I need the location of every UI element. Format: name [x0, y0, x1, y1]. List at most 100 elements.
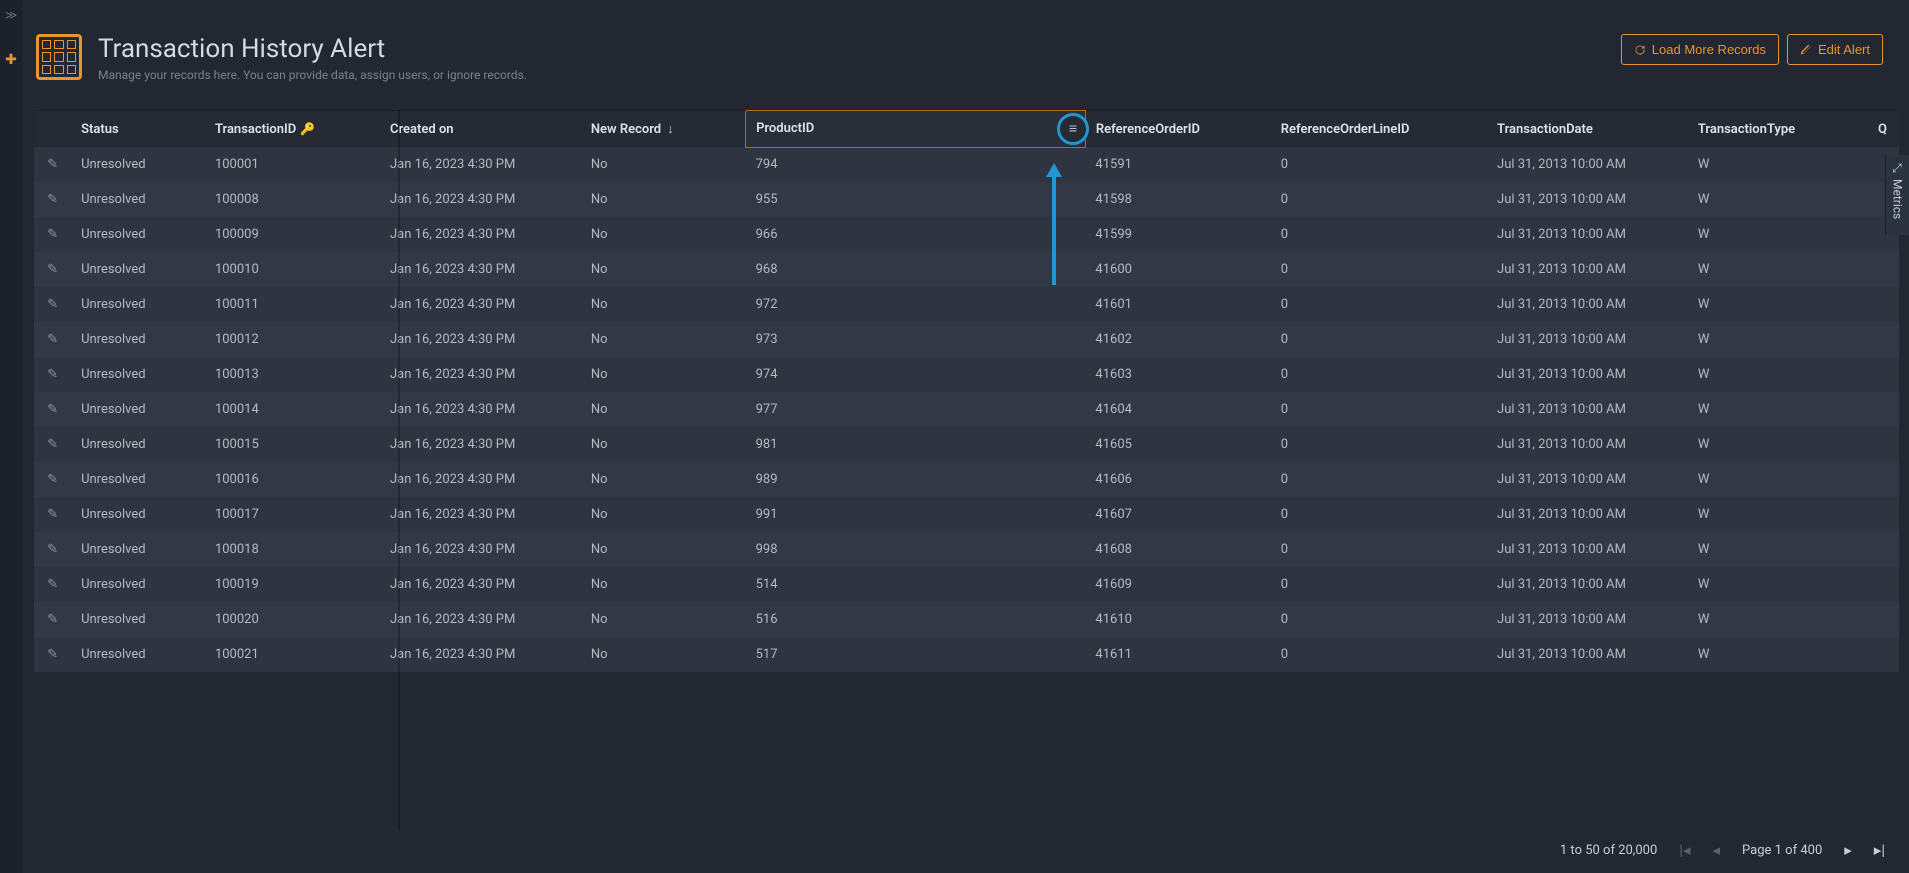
cell-transaction-id: 100009	[205, 217, 380, 252]
edit-row-button[interactable]: ✎	[34, 322, 71, 357]
cell-status: Unresolved	[71, 602, 205, 637]
col-created-on[interactable]: Created on	[380, 111, 581, 148]
edit-row-button[interactable]: ✎	[34, 252, 71, 287]
table-row[interactable]: ✎Unresolved100021Jan 16, 2023 4:30 PMNo5…	[34, 637, 1899, 672]
cell-created-on: Jan 16, 2023 4:30 PM	[380, 427, 581, 462]
edit-alert-label: Edit Alert	[1818, 42, 1870, 57]
table-row[interactable]: ✎Unresolved100016Jan 16, 2023 4:30 PMNo9…	[34, 462, 1899, 497]
cell-status: Unresolved	[71, 322, 205, 357]
edit-row-button[interactable]: ✎	[34, 462, 71, 497]
table-row[interactable]: ✎Unresolved100012Jan 16, 2023 4:30 PMNo9…	[34, 322, 1899, 357]
cell-reference-order-line-id: 0	[1271, 217, 1487, 252]
cell-q	[1868, 427, 1899, 462]
table-row[interactable]: ✎Unresolved100011Jan 16, 2023 4:30 PMNo9…	[34, 287, 1899, 322]
edit-alert-button[interactable]: Edit Alert	[1787, 34, 1883, 65]
table-row[interactable]: ✎Unresolved100020Jan 16, 2023 4:30 PMNo5…	[34, 602, 1899, 637]
col-reference-order-line-id[interactable]: ReferenceOrderLineID	[1271, 111, 1487, 148]
table-row[interactable]: ✎Unresolved100019Jan 16, 2023 4:30 PMNo5…	[34, 567, 1899, 602]
cell-transaction-date: Jul 31, 2013 10:00 AM	[1487, 357, 1688, 392]
cell-status: Unresolved	[71, 427, 205, 462]
cell-transaction-type: W	[1688, 287, 1868, 322]
page-label: Page 1 of 400	[1742, 843, 1822, 858]
cell-transaction-id: 100020	[205, 602, 380, 637]
cell-product-id: 973	[746, 322, 1086, 357]
cell-reference-order-id: 41604	[1085, 392, 1270, 427]
cell-q	[1868, 392, 1899, 427]
edit-row-button[interactable]: ✎	[34, 497, 71, 532]
expand-rail-icon[interactable]: ≫	[5, 8, 18, 22]
cell-product-id: 516	[746, 602, 1086, 637]
edit-row-button[interactable]: ✎	[34, 182, 71, 217]
table-row[interactable]: ✎Unresolved100018Jan 16, 2023 4:30 PMNo9…	[34, 532, 1899, 567]
hamburger-icon: ≡	[1069, 122, 1077, 136]
cell-reference-order-id: 41603	[1085, 357, 1270, 392]
metrics-tab[interactable]: ⤡ Metrics	[1885, 155, 1909, 235]
cell-transaction-date: Jul 31, 2013 10:00 AM	[1487, 287, 1688, 322]
edit-row-button[interactable]: ✎	[34, 427, 71, 462]
cell-reference-order-line-id: 0	[1271, 322, 1487, 357]
table-row[interactable]: ✎Unresolved100013Jan 16, 2023 4:30 PMNo9…	[34, 357, 1899, 392]
edit-row-button[interactable]: ✎	[34, 357, 71, 392]
expand-icon: ⤡	[1891, 163, 1905, 173]
next-page-button[interactable]: ▸	[1844, 841, 1852, 859]
cell-reference-order-id: 41609	[1085, 567, 1270, 602]
cell-transaction-type: W	[1688, 147, 1868, 182]
cell-reference-order-line-id: 0	[1271, 147, 1487, 182]
edit-row-button[interactable]: ✎	[34, 637, 71, 672]
column-menu-button[interactable]: ≡	[1057, 113, 1089, 145]
cell-status: Unresolved	[71, 567, 205, 602]
cell-transaction-id: 100016	[205, 462, 380, 497]
table-row[interactable]: ✎Unresolved100009Jan 16, 2023 4:30 PMNo9…	[34, 217, 1899, 252]
cell-transaction-type: W	[1688, 427, 1868, 462]
cell-reference-order-line-id: 0	[1271, 357, 1487, 392]
prev-page-button[interactable]: ◂	[1713, 841, 1721, 859]
main: Transaction History Alert Manage your re…	[28, 0, 1909, 873]
table-row[interactable]: ✎Unresolved100008Jan 16, 2023 4:30 PMNo9…	[34, 182, 1899, 217]
col-transaction-type[interactable]: TransactionType	[1688, 111, 1868, 148]
first-page-button[interactable]: |◂	[1679, 841, 1690, 859]
col-q[interactable]: Q	[1868, 111, 1899, 148]
table-row[interactable]: ✎Unresolved100015Jan 16, 2023 4:30 PMNo9…	[34, 427, 1899, 462]
cell-q	[1868, 602, 1899, 637]
col-transaction-date[interactable]: TransactionDate	[1487, 111, 1688, 148]
table-row[interactable]: ✎Unresolved100014Jan 16, 2023 4:30 PMNo9…	[34, 392, 1899, 427]
edit-row-button[interactable]: ✎	[34, 392, 71, 427]
edit-row-button[interactable]: ✎	[34, 532, 71, 567]
cell-transaction-type: W	[1688, 217, 1868, 252]
cell-reference-order-line-id: 0	[1271, 637, 1487, 672]
col-reference-order-id[interactable]: ReferenceOrderID	[1085, 111, 1270, 148]
table-row[interactable]: ✎Unresolved100001Jan 16, 2023 4:30 PMNo7…	[34, 147, 1899, 182]
cell-created-on: Jan 16, 2023 4:30 PM	[380, 287, 581, 322]
edit-row-button[interactable]: ✎	[34, 602, 71, 637]
cell-q	[1868, 567, 1899, 602]
cell-reference-order-id: 41605	[1085, 427, 1270, 462]
cell-new-record: No	[581, 392, 746, 427]
cell-status: Unresolved	[71, 357, 205, 392]
table-row[interactable]: ✎Unresolved100010Jan 16, 2023 4:30 PMNo9…	[34, 252, 1899, 287]
cell-transaction-date: Jul 31, 2013 10:00 AM	[1487, 147, 1688, 182]
cell-status: Unresolved	[71, 392, 205, 427]
add-icon[interactable]: ✚	[5, 52, 17, 68]
edit-row-button[interactable]: ✎	[34, 567, 71, 602]
cell-new-record: No	[581, 637, 746, 672]
col-status[interactable]: Status	[71, 111, 205, 148]
cell-product-id: 794	[746, 147, 1086, 182]
pager: 1 to 50 of 20,000 |◂ ◂ Page 1 of 400 ▸ ▸…	[28, 831, 1909, 873]
cell-reference-order-id: 41601	[1085, 287, 1270, 322]
last-page-button[interactable]: ▸|	[1874, 841, 1885, 859]
cell-new-record: No	[581, 427, 746, 462]
col-transaction-id[interactable]: TransactionID🔑	[205, 111, 380, 148]
col-new-record[interactable]: New Record↓	[581, 111, 746, 148]
cell-transaction-id: 100013	[205, 357, 380, 392]
cell-product-id: 998	[746, 532, 1086, 567]
table-row[interactable]: ✎Unresolved100017Jan 16, 2023 4:30 PMNo9…	[34, 497, 1899, 532]
cell-new-record: No	[581, 357, 746, 392]
edit-row-button[interactable]: ✎	[34, 217, 71, 252]
load-more-button[interactable]: Load More Records	[1621, 34, 1779, 65]
edit-row-button[interactable]: ✎	[34, 147, 71, 182]
page-header: Transaction History Alert Manage your re…	[28, 0, 1909, 94]
edit-row-button[interactable]: ✎	[34, 287, 71, 322]
col-product-id[interactable]: ProductID ≡	[746, 111, 1086, 148]
cell-transaction-date: Jul 31, 2013 10:00 AM	[1487, 497, 1688, 532]
header-row: Status TransactionID🔑 Created on New Rec…	[34, 111, 1899, 148]
